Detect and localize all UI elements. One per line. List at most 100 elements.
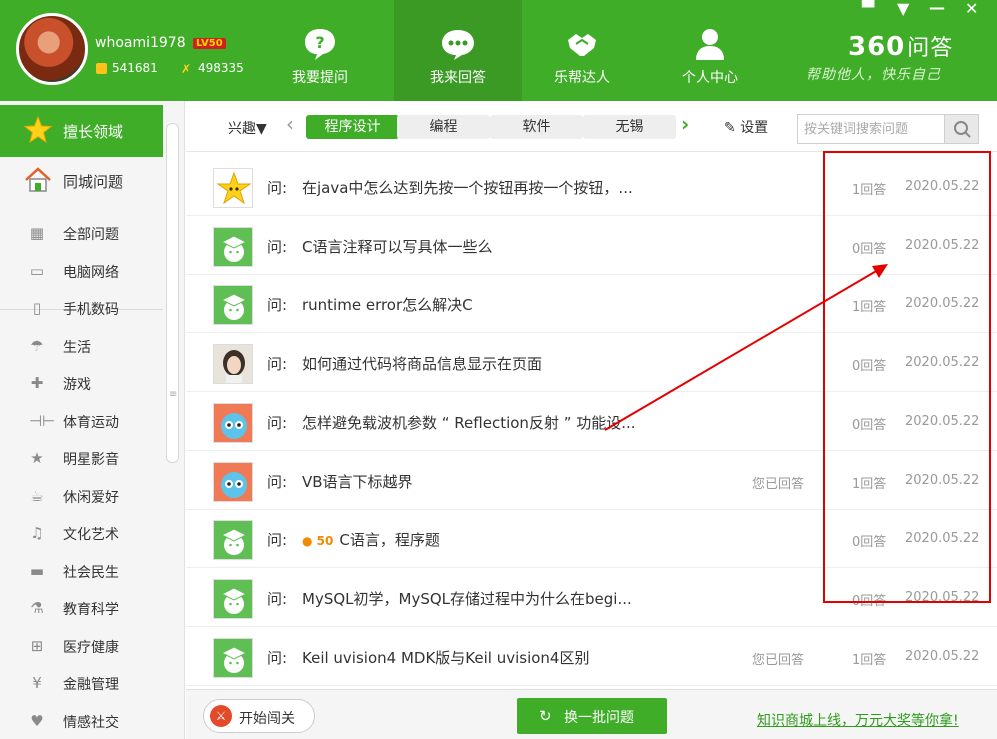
cartoon-avatar[interactable]	[213, 461, 253, 502]
question-title-text: VB语言下标越界	[302, 472, 413, 491]
sidebar-item-4[interactable]: ✚ 游戏	[0, 365, 163, 402]
sidebar-item-label: 情感社交	[63, 714, 119, 731]
graduate-avatar[interactable]	[213, 520, 253, 561]
question-title[interactable]: 怎样避免载波机参数 “ Reflection反射 ” 功能设...	[302, 412, 636, 433]
sidebar-item-label: 擅长领域	[63, 123, 124, 141]
sidebar-scrollbar[interactable]	[166, 123, 179, 463]
sidebar-item-1[interactable]: ▭ 电脑网络	[0, 253, 163, 290]
question-title[interactable]: VB语言下标越界	[302, 471, 413, 492]
chat-bubble-icon	[442, 30, 474, 60]
sidebar-item-label: 电脑网络	[63, 264, 119, 281]
question-title-text: 怎样避免载波机参数 “ Reflection反射 ” 功能设...	[302, 413, 636, 432]
nav-tab-answer[interactable]: 我来回答	[394, 0, 522, 101]
chevron-right-icon[interactable]: ›	[681, 112, 689, 136]
graduate-avatar[interactable]	[213, 226, 253, 267]
tag-software[interactable]: 软件	[490, 115, 583, 139]
house-icon	[25, 167, 51, 192]
interest-dropdown[interactable]: 兴趣▼	[228, 118, 267, 138]
yen-icon: ¥	[32, 674, 42, 692]
tag-wuxi[interactable]: 无锡	[583, 115, 676, 139]
bounty-badge: ● 50	[302, 534, 333, 548]
graduate-avatar[interactable]	[213, 285, 253, 326]
level-badge: LV50	[193, 38, 226, 49]
bottom-bar: ⚔ 开始闯关 ↻ 换一批问题 知识商城上线，万元大奖等你拿!	[186, 689, 997, 739]
sidebar-item-label: 金融管理	[63, 677, 119, 693]
graduate-avatar[interactable]	[213, 637, 253, 678]
pencil-icon: ✎	[724, 120, 736, 136]
search-input[interactable]	[798, 115, 944, 143]
close-icon[interactable]: ✕	[965, 0, 978, 18]
start-challenge-button[interactable]: ⚔ 开始闯关	[203, 699, 315, 733]
chevron-left-icon[interactable]: ‹	[286, 112, 294, 136]
question-row[interactable]: 问: Keil uvision4 MDK版与Keil uvision4区别 您已回答…	[186, 627, 997, 686]
heart-icon: ♥	[30, 711, 44, 730]
promo-link[interactable]: 知识商城上线，万元大奖等你拿!	[757, 710, 959, 730]
top-header: whoami1978 LV50 541681 ✗ 498335 ? 我要提问 我…	[0, 0, 997, 101]
nav-tab-ask[interactable]: ? 我要提问	[256, 0, 384, 101]
category-sidebar: 擅长领域 同城问题 ▦ 全部问题 ▭ 电脑网络 ▯ 手机数码 ☂ 生活 ✚ 游戏 ⊣⊢ 体育运动 ★ 明星…	[0, 101, 185, 739]
answered-status: 您已回答	[752, 476, 805, 492]
question-title-text: MySQL初学，MySQL存储过程中为什么在begi...	[302, 589, 632, 608]
nav-tab-profile[interactable]: 个人中心	[646, 0, 774, 101]
sidebar-item-11[interactable]: ⊞ 医疗健康	[0, 628, 163, 665]
question-title[interactable]: 如何通过代码将商品信息显示在页面	[302, 353, 542, 374]
feedback-icon[interactable]: ▀	[862, 0, 874, 17]
refresh-icon: ↻	[539, 707, 552, 725]
photo-avatar[interactable]	[213, 344, 253, 385]
sidebar-item-label: 生活	[63, 339, 91, 356]
menu-dropdown-icon[interactable]: ▼	[897, 0, 909, 18]
sidebar-item-label: 教育科学	[63, 602, 119, 618]
sidebar-item-label: 社会民生	[63, 564, 119, 581]
sidebar-item-10[interactable]: ⚗ 教育科学	[0, 590, 163, 627]
sidebar-item-13[interactable]: ♥ 情感社交	[0, 703, 163, 739]
user-avatar[interactable]	[16, 13, 88, 85]
search-box	[797, 114, 979, 144]
search-icon	[954, 121, 971, 138]
sidebar-item-8[interactable]: ♫ 文化艺术	[0, 515, 163, 552]
sidebar-item-label: 同城问题	[63, 173, 124, 191]
sidebar-item-local[interactable]: 同城问题	[0, 155, 163, 207]
sidebar-item-label: 休闲爱好	[63, 489, 119, 506]
sidebar-item-5[interactable]: ⊣⊢ 体育运动	[0, 403, 163, 440]
question-title[interactable]: C语言注释可以写具体一些么	[302, 236, 492, 257]
question-title[interactable]: 在java中怎么达到先按一个按钮再按一个按钮，...	[302, 177, 633, 198]
sidebar-item-6[interactable]: ★ 明星影音	[0, 440, 163, 477]
sidebar-item-3[interactable]: ☂ 生活	[0, 328, 163, 365]
settings-label: 设置	[740, 120, 769, 136]
sidebar-item-2[interactable]: ▯ 手机数码	[0, 290, 163, 327]
sidebar-item-9[interactable]: ▬ 社会民生	[0, 553, 163, 590]
speech-icon: ▬	[29, 561, 45, 580]
question-title-text: 在java中怎么达到先按一个按钮再按一个按钮，...	[302, 179, 633, 197]
star-character-avatar[interactable]	[213, 168, 253, 208]
settings-button[interactable]: ✎ 设置	[724, 117, 768, 137]
cartoon-avatar[interactable]	[213, 402, 253, 443]
question-title[interactable]: Keil uvision4 MDK版与Keil uvision4区别	[302, 647, 589, 668]
question-title[interactable]: runtime error怎么解决C	[302, 294, 473, 315]
minimize-icon[interactable]: —	[929, 0, 945, 17]
sidebar-item-label: 体育运动	[63, 414, 119, 431]
flask-icon: ⚗	[30, 599, 44, 617]
sidebar-resize-grip[interactable]: ≡	[169, 389, 177, 400]
medkit-icon: ⊞	[30, 636, 44, 655]
sidebar-item-label: 游戏	[63, 377, 91, 393]
nav-tab-label: 乐帮达人	[554, 70, 610, 86]
filter-bar: 兴趣▼ ‹ 程序设计 编程 软件 无锡 › ✎ 设置	[186, 101, 997, 152]
nav-tab-helpers[interactable]: 乐帮达人	[518, 0, 646, 101]
question-title-text: 如何通过代码将商品信息显示在页面	[302, 355, 543, 374]
tag-coding[interactable]: 编程	[397, 115, 490, 139]
username[interactable]: whoami1978	[95, 35, 186, 51]
umbrella-icon: ☂	[30, 336, 44, 355]
graduate-avatar[interactable]	[213, 578, 253, 619]
sidebar-item-0[interactable]: ▦ 全部问题	[0, 215, 163, 252]
question-prefix: 问:	[267, 179, 288, 197]
question-title[interactable]: MySQL初学，MySQL存储过程中为什么在begi...	[302, 588, 632, 609]
search-button[interactable]	[944, 115, 978, 143]
sidebar-item-7[interactable]: ☕ 休闲爱好	[0, 478, 163, 515]
question-title[interactable]: ● 50 C语言，程序题	[302, 529, 440, 550]
question-date: 2020.05.22	[905, 648, 980, 664]
refresh-questions-button[interactable]: ↻ 换一批问题	[517, 698, 667, 734]
tag-programming-design[interactable]: 程序设计	[306, 115, 399, 139]
sidebar-item-12[interactable]: ¥ 金融管理	[0, 665, 163, 702]
sidebar-item-label: 医疗健康	[63, 639, 119, 656]
sidebar-item-expertise[interactable]: 擅长领域	[0, 105, 163, 157]
